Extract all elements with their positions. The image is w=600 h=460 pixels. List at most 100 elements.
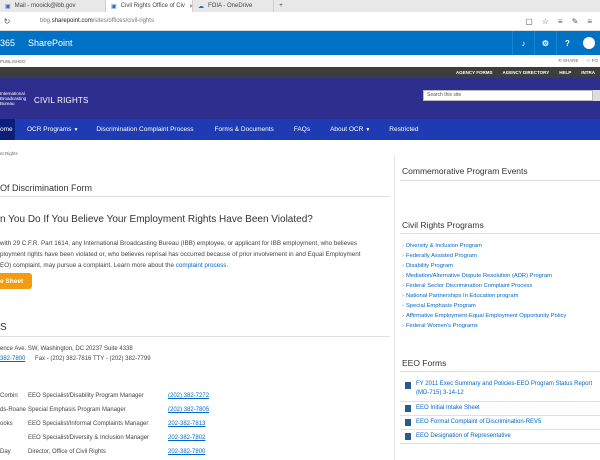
- help-icon[interactable]: ?: [556, 31, 578, 55]
- settings-icon[interactable]: ⚙: [534, 31, 556, 55]
- url-field[interactable]: bbg.sharepoint.com/sites/offices/civil-r…: [40, 18, 154, 24]
- table-row: Day Director, Office of Civil Rights 202…: [0, 449, 206, 455]
- outlook-icon: ▣: [5, 3, 11, 10]
- divider: [0, 196, 390, 197]
- sharepoint-title[interactable]: SharePoint: [28, 38, 73, 48]
- info-paragraph: with 29 C.F.R. Part 1614, any Internatio…: [0, 240, 361, 269]
- list-item[interactable]: › Federally Assisted Program: [402, 251, 566, 261]
- phone-link[interactable]: 202-382-7800: [168, 449, 205, 455]
- office-phones: 382-7800 Fax - (202) 382-7816 TTY - (202…: [0, 356, 151, 362]
- agency-forms-link[interactable]: AGENCY FORMS: [451, 70, 498, 75]
- main-phone-link[interactable]: 382-7800: [0, 356, 25, 362]
- list-item[interactable]: › National Partnerships In Education prog…: [402, 291, 566, 301]
- table-row: ooks EEO Specialist/Informal Complaints …: [0, 421, 206, 427]
- nav-home[interactable]: ome: [0, 119, 15, 140]
- divider: [400, 429, 600, 430]
- list-item[interactable]: › Federal Women's Programs: [402, 321, 566, 331]
- avatar[interactable]: [578, 31, 600, 55]
- refresh-icon[interactable]: ↻: [0, 17, 14, 26]
- nav-faqs[interactable]: FAQs: [294, 126, 310, 133]
- menu-icon[interactable]: ≡: [587, 17, 592, 26]
- new-tab-button[interactable]: +: [274, 0, 288, 12]
- divider: [400, 443, 600, 444]
- breadcrumb[interactable]: et Rights: [0, 151, 18, 156]
- fact-sheet-button[interactable]: e Sheet: [0, 273, 32, 289]
- phone-link[interactable]: 202-382-7802: [168, 435, 205, 441]
- programs-list: › Diversity & Inclusion Program › Federall…: [402, 241, 566, 331]
- list-item[interactable]: › Mediation/Alternative Dispute Resolutio…: [402, 271, 566, 281]
- tab-civil-rights[interactable]: ▣ Civil Rights Office of Civ ✕: [106, 0, 193, 12]
- form-title[interactable]: Of Discrimination Form: [0, 183, 92, 193]
- agency-directory-link[interactable]: AGENCY DIRECTORY: [498, 70, 555, 75]
- nav-restricted[interactable]: Restricted: [389, 126, 418, 133]
- complaint-process-link[interactable]: complaint process: [176, 262, 227, 269]
- list-item[interactable]: › Affirmative Employment-Equal Employment…: [402, 311, 566, 321]
- hub-icon[interactable]: ≡: [558, 17, 563, 26]
- reading-view-icon[interactable]: ▢: [525, 17, 533, 26]
- share-button[interactable]: ⟲ SHARE: [558, 58, 579, 64]
- tab-label: FOIA - OneDrive: [208, 3, 253, 9]
- agency-bar: AGENCY FORMS AGENCY DIRECTORY HELP INTRA: [0, 67, 600, 78]
- divider: [0, 336, 390, 337]
- nav-about-ocr[interactable]: About OCR ▼: [330, 126, 370, 133]
- tab-mail[interactable]: ▣ Mail - mooick@ibb.gov: [0, 0, 106, 12]
- nav-ocr-programs[interactable]: OCR Programs ▼: [27, 126, 78, 133]
- sharepoint-icon: ▣: [111, 3, 117, 10]
- question-heading: n You Do If You Believe Your Employment …: [0, 214, 313, 225]
- search-button[interactable]: [593, 90, 600, 101]
- eeo-forms-heading: EEO Forms: [402, 358, 447, 368]
- office-address: ence Ave. SW, Washington, DC 20237 Suite…: [0, 346, 133, 352]
- site-header: International Broadcasting Bureau CIVIL …: [0, 78, 600, 119]
- top-navigation: ome OCR Programs ▼ Discrimination Complai…: [0, 119, 600, 140]
- column-divider: [394, 155, 395, 460]
- list-item[interactable]: › Special Emphasis Program: [402, 301, 566, 311]
- tab-label: Civil Rights Office of Civ: [120, 3, 185, 9]
- table-row: ds-Roane Special Emphasis Program Manage…: [0, 407, 210, 413]
- phone-link[interactable]: (202) 382-7272: [168, 393, 209, 399]
- list-item[interactable]: › Federal Sector Discrimination Complaint…: [402, 281, 566, 291]
- site-name[interactable]: CIVIL RIGHTS: [34, 96, 89, 105]
- divider: [400, 233, 600, 234]
- follow-button[interactable]: ☆ FO: [586, 58, 598, 64]
- share-bar: PUBLISHED ⟲ SHARE ☆ FO: [0, 55, 600, 67]
- phone-link[interactable]: 202-382-7813: [168, 421, 205, 427]
- phone-link[interactable]: (202) 382-7805: [168, 407, 209, 413]
- search-input[interactable]: Search this site: [423, 90, 593, 101]
- eeo-form-item[interactable]: FY 2011 Exec Summary and Policies-EEO Pr…: [402, 380, 600, 400]
- eeo-form-item[interactable]: EEO Designation of Representative: [402, 432, 600, 442]
- address-bar: ↻ bbg.sharepoint.com/sites/offices/civil…: [0, 12, 600, 31]
- onedrive-icon: ☁: [198, 3, 204, 10]
- table-row: EEO Specialist/Diversity & Inclusion Man…: [28, 435, 206, 441]
- eeo-form-item[interactable]: EEO Initial Intake Sheet: [402, 404, 600, 414]
- list-item[interactable]: › Disability Program: [402, 261, 566, 271]
- contact-heading: S: [0, 322, 7, 333]
- intranet-link[interactable]: INTRA: [576, 70, 600, 75]
- nav-discrimination-complaint-process[interactable]: Discrimination Complaint Process: [96, 126, 193, 133]
- nav-forms-documents[interactable]: Forms & Documents: [215, 126, 274, 133]
- list-item[interactable]: › Diversity & Inclusion Program: [402, 241, 566, 251]
- close-icon[interactable]: ✕: [185, 3, 192, 10]
- document-icon: [405, 433, 411, 440]
- programs-heading: Civil Rights Programs: [402, 220, 484, 230]
- favorite-star-icon[interactable]: ☆: [542, 17, 549, 26]
- events-heading: Commemorative Program Events: [402, 166, 528, 176]
- chevron-down-icon: ▼: [73, 127, 79, 133]
- ibb-logo[interactable]: International Broadcasting Bureau: [0, 91, 26, 106]
- notes-icon[interactable]: ✎: [572, 17, 579, 26]
- divider: [400, 401, 600, 402]
- document-icon: [405, 419, 411, 426]
- tab-foia[interactable]: ☁ FOIA - OneDrive: [193, 0, 274, 12]
- table-row: Corbin EEO Specialist/Disability Program…: [0, 393, 210, 399]
- published-label: PUBLISHED: [0, 58, 26, 64]
- divider: [400, 371, 600, 372]
- document-icon: [405, 382, 411, 389]
- eeo-form-item[interactable]: EEO Formal Complaint of Discrimination-R…: [402, 418, 600, 428]
- help-link[interactable]: HELP: [554, 70, 576, 75]
- divider: [400, 415, 600, 416]
- bell-icon[interactable]: ♪: [512, 31, 534, 55]
- document-icon: [405, 405, 411, 412]
- office-365-label[interactable]: 365: [0, 38, 20, 48]
- divider: [400, 180, 600, 181]
- tab-label: Mail - mooick@ibb.gov: [14, 3, 76, 9]
- chevron-down-icon: ▼: [365, 127, 371, 133]
